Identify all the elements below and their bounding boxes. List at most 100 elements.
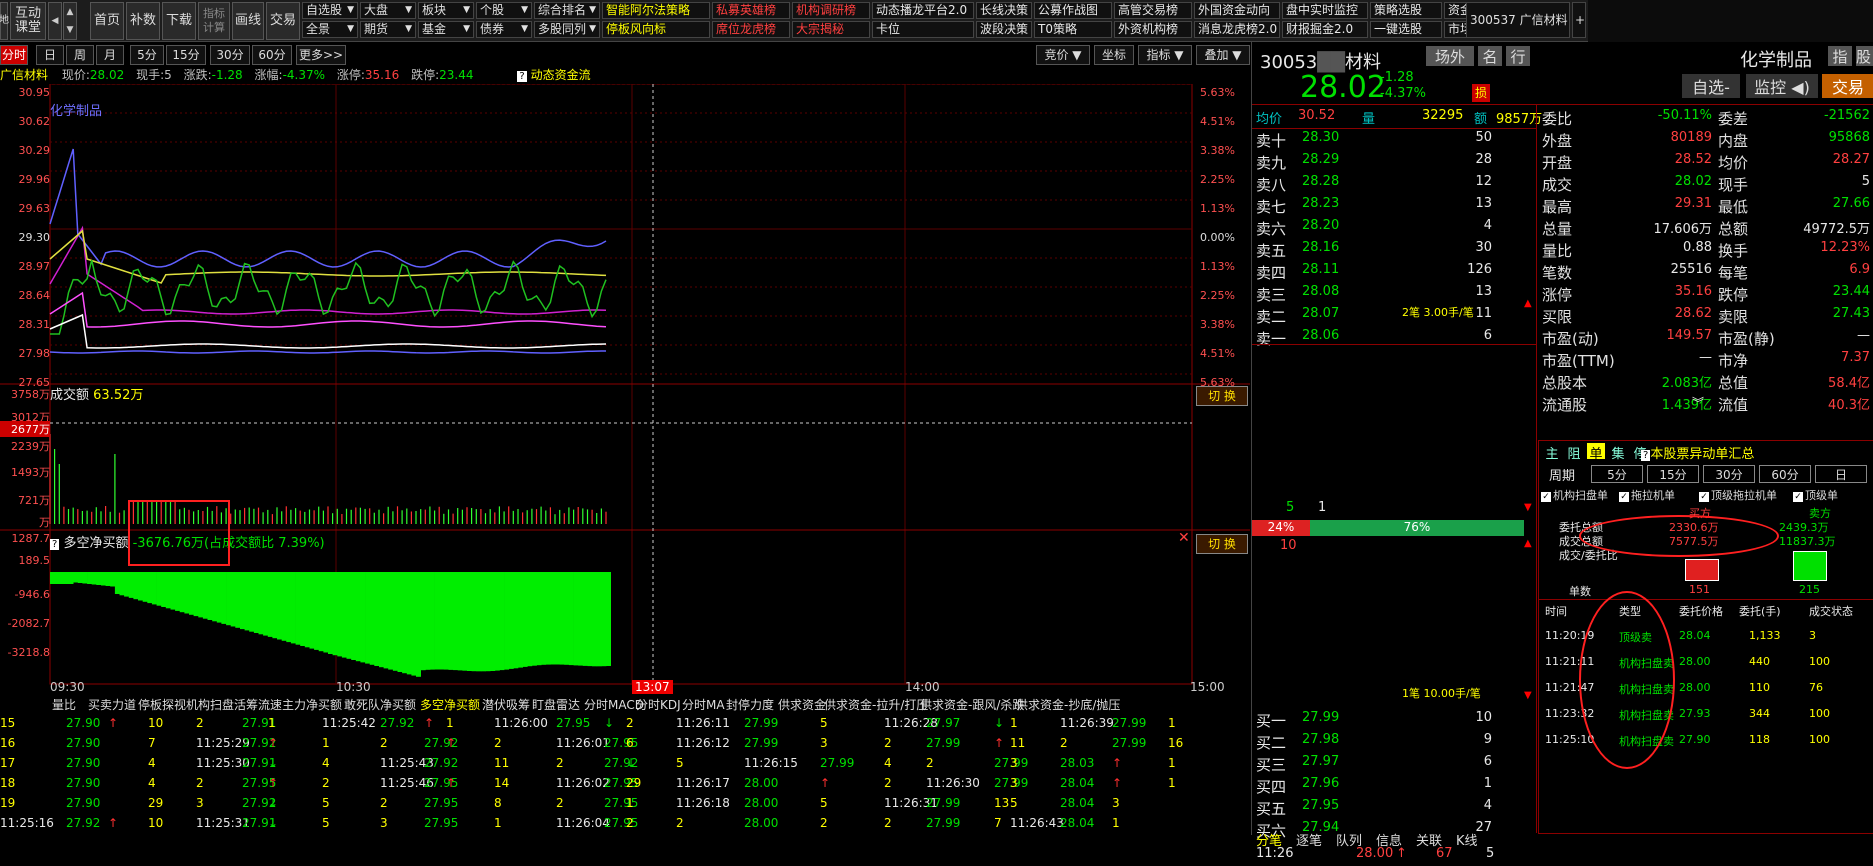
menu-item[interactable]: 大盘 ▼: [360, 2, 416, 19]
left-edge-btn[interactable]: 地: [0, 2, 9, 40]
coordinate-button[interactable]: 坐标: [1094, 45, 1134, 65]
period-fenshi[interactable]: 分时: [0, 45, 28, 65]
auction-dropdown[interactable]: 竞价 ▼: [1036, 45, 1090, 65]
rank-button[interactable]: 名: [1478, 46, 1502, 66]
indicator-tab[interactable]: 机构扫盘: [186, 696, 234, 714]
menu-item[interactable]: 长线决策: [976, 2, 1032, 19]
indicator-tab[interactable]: 封停力度: [726, 696, 774, 714]
download-button[interactable]: 下载: [162, 2, 196, 40]
menu-item[interactable]: T0策略: [1034, 21, 1112, 38]
menu-item[interactable]: 个股 ▼: [476, 2, 532, 19]
switch-button-vol[interactable]: 切 换: [1196, 386, 1248, 406]
indicator-tab[interactable]: 分时MACD: [584, 696, 644, 714]
menu-item[interactable]: 波段决策: [976, 21, 1032, 38]
menu-item[interactable]: 席位龙虎榜: [712, 21, 790, 38]
scroll-up-icon-2[interactable]: ▲: [1524, 538, 1532, 549]
indicator-tab[interactable]: 潜伏吸筹: [482, 696, 530, 714]
menu-item[interactable]: 综合排名 ▼: [534, 2, 600, 19]
period-month[interactable]: 月: [96, 45, 124, 65]
filter-checkbox[interactable]: ✓ 机构扫盘单: [1541, 487, 1608, 503]
indicator-tab[interactable]: 供求资金-跟风/杀跌: [920, 696, 1024, 714]
supplement-data-button[interactable]: 补数: [126, 2, 160, 40]
industry-button[interactable]: 行: [1506, 46, 1530, 66]
home-button[interactable]: 首页: [90, 2, 124, 40]
indicator-tab[interactable]: 敢死队净买额: [344, 696, 416, 714]
stock-tab[interactable]: 300537 广信材料: [1466, 2, 1570, 38]
menu-item[interactable]: 外国资金动向: [1194, 2, 1280, 19]
buy-level-price[interactable]: 27.99: [1302, 710, 1339, 725]
nav-updown-icon[interactable]: ▲ ▼: [63, 2, 77, 40]
menu-item[interactable]: 策略选股: [1370, 2, 1442, 19]
watchlist-button[interactable]: 自选-: [1682, 74, 1740, 98]
indicator-tab[interactable]: 分时MA: [682, 696, 725, 714]
period-more[interactable]: 更多>>: [296, 45, 346, 65]
menu-item[interactable]: 盘中实时监控: [1282, 2, 1368, 19]
sell-level-price[interactable]: 28.06: [1302, 328, 1339, 343]
menu-item[interactable]: 基金 ▼: [418, 21, 474, 38]
indicator-calc-button[interactable]: 指标 计算: [198, 2, 230, 40]
monitor-button[interactable]: 监控 ◀): [1746, 74, 1818, 98]
sell-level-price[interactable]: 28.11: [1302, 262, 1339, 277]
filter-checkbox[interactable]: ✓ 顶级单: [1793, 487, 1838, 503]
menu-item[interactable]: 机构调研榜: [792, 2, 870, 19]
index-button[interactable]: 指: [1828, 46, 1852, 66]
menu-item[interactable]: 全景 ▼: [302, 21, 358, 38]
nav-back-icon[interactable]: ◀: [48, 2, 62, 40]
buy-level-price[interactable]: 27.98: [1302, 732, 1339, 747]
cycle-button[interactable]: 5分: [1591, 465, 1643, 483]
filter-checkbox[interactable]: ✓ 顶级拖拉机单: [1699, 487, 1777, 503]
cycle-button[interactable]: 60分: [1759, 465, 1811, 483]
switch-button-ind[interactable]: 切 换: [1196, 534, 1248, 554]
indicator-tab[interactable]: 盯盘雷达: [532, 696, 580, 714]
menu-item[interactable]: 智能阿尔法策略: [602, 2, 710, 19]
market-tag[interactable]: 场外: [1426, 46, 1474, 66]
menu-item[interactable]: 动态播龙平台2.0: [872, 2, 974, 19]
indicator-dropdown[interactable]: 指标 ▼: [1138, 45, 1192, 65]
indicator-tab[interactable]: 停板探视: [138, 696, 186, 714]
overlay-dropdown[interactable]: 叠加 ▼: [1196, 45, 1250, 65]
mode-tab[interactable]: 主: [1543, 443, 1561, 462]
menu-item[interactable]: 板块 ▼: [418, 2, 474, 19]
sell-level-price[interactable]: 28.30: [1302, 130, 1339, 145]
stock-button[interactable]: 股: [1856, 46, 1873, 66]
indicator-tab[interactable]: 活筹流速: [234, 696, 282, 714]
menu-item[interactable]: 高管交易榜: [1114, 2, 1192, 19]
sell-level-price[interactable]: 28.23: [1302, 196, 1339, 211]
mode-tab[interactable]: 单: [1587, 443, 1605, 462]
period-day[interactable]: 日: [36, 45, 64, 65]
menu-item[interactable]: 停板风向标: [602, 21, 710, 38]
menu-item[interactable]: 多股同列 ▼: [534, 21, 600, 38]
cycle-button[interactable]: 15分: [1647, 465, 1699, 483]
indicator-tab[interactable]: 买卖力道: [88, 696, 136, 714]
buy-level-price[interactable]: 27.97: [1302, 754, 1339, 769]
menu-item[interactable]: 消息龙虎榜2.0: [1194, 21, 1280, 38]
interactive-class-button[interactable]: 互动 课堂: [10, 2, 46, 40]
period-week[interactable]: 周: [66, 45, 94, 65]
scroll-up-icon[interactable]: ▲: [1524, 298, 1532, 309]
period-15min[interactable]: 15分: [166, 45, 206, 65]
draw-line-button[interactable]: 画线: [232, 2, 264, 40]
scroll-down-icon-2[interactable]: ▼: [1524, 690, 1532, 701]
menu-item[interactable]: 一键选股: [1370, 21, 1442, 38]
menu-item[interactable]: 财报掘金2.0: [1282, 21, 1368, 38]
menu-item[interactable]: 大宗揭秘: [792, 21, 870, 38]
period-60min[interactable]: 60分: [252, 45, 292, 65]
period-30min[interactable]: 30分: [210, 45, 250, 65]
indicator-tab[interactable]: 分时KDJ: [636, 696, 681, 714]
period-5min[interactable]: 5分: [130, 45, 164, 65]
menu-item[interactable]: 私募英雄榜: [712, 2, 790, 19]
menu-item[interactable]: 公募作战图: [1034, 2, 1112, 19]
menu-item[interactable]: 自选股 ▼: [302, 2, 358, 19]
indicator-tab[interactable]: 供求资金-抄底/抛压: [1016, 696, 1120, 714]
indicator-tab[interactable]: 供求资金: [778, 696, 826, 714]
menu-item[interactable]: 债券 ▼: [476, 21, 532, 38]
indicator-tab[interactable]: 多空净买额: [420, 696, 480, 714]
trade-button-right[interactable]: 交易: [1822, 74, 1873, 98]
cycle-button[interactable]: 30分: [1703, 465, 1755, 483]
indicator-tab[interactable]: 供求资金-拉升/打压: [824, 696, 928, 714]
dynamic-flow-link[interactable]: 动态资金流: [531, 68, 591, 82]
add-tab-button[interactable]: +: [1572, 2, 1586, 38]
sell-level-price[interactable]: 28.08: [1302, 284, 1339, 299]
cycle-button[interactable]: 日: [1815, 465, 1867, 483]
sell-level-price[interactable]: 28.29: [1302, 152, 1339, 167]
